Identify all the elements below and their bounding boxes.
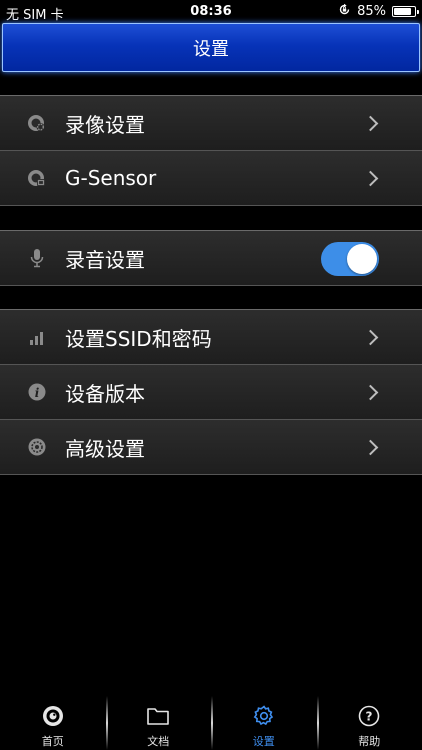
tab-home[interactable]: 首页 [0, 690, 106, 750]
tab-label: 首页 [41, 735, 64, 748]
row-label: 录像设置 [65, 112, 145, 137]
row-video-settings[interactable]: 录像设置 [0, 96, 422, 151]
row-label: G-Sensor [65, 166, 157, 190]
tab-settings[interactable]: 设置 [211, 690, 317, 750]
audio-recording-toggle[interactable] [321, 242, 379, 276]
row-ssid-password[interactable]: 设置SSID和密码 [0, 310, 422, 365]
svg-text:i: i [35, 386, 40, 400]
row-label: 高级设置 [65, 436, 145, 461]
row-device-version[interactable]: i 设备版本 [0, 365, 422, 420]
battery-icon [392, 6, 419, 17]
tab-label: 帮助 [358, 735, 381, 748]
tab-bar: 首页 文档 设置 ? 帮助 [0, 690, 422, 750]
g-sensor-icon [27, 168, 47, 188]
status-bar: 无 SIM 卡 08:36 85% [0, 0, 422, 23]
page-title: 设置 [193, 38, 229, 60]
tab-label: 设置 [252, 735, 275, 748]
info-icon: i [27, 382, 47, 402]
video-settings-icon [27, 113, 47, 133]
settings-group-device: 设置SSID和密码 i 设备版本 高级设置 [0, 309, 422, 475]
tab-help[interactable]: ? 帮助 [316, 690, 422, 750]
tab-documents[interactable]: 文档 [105, 690, 212, 750]
microphone-icon [27, 248, 47, 268]
settings-group-audio: 录音设置 [0, 230, 422, 286]
battery-percent: 85% [357, 4, 386, 19]
status-right: 85% [338, 3, 419, 20]
chevron-right-icon [362, 439, 379, 456]
folder-icon [146, 704, 170, 728]
battery-fill [394, 8, 411, 15]
home-camera-icon [41, 704, 65, 728]
row-label: 设置SSID和密码 [65, 326, 212, 351]
row-audio-settings: 录音设置 [0, 231, 422, 286]
orientation-lock-icon [338, 3, 351, 20]
chevron-right-icon [362, 329, 379, 346]
settings-gear-icon [252, 704, 276, 728]
chevron-right-icon [362, 170, 379, 187]
settings-group-recording: 录像设置 G-Sensor [0, 95, 422, 206]
tab-label: 文档 [147, 735, 170, 748]
advanced-gear-icon [27, 437, 47, 457]
row-advanced-settings[interactable]: 高级设置 [0, 420, 422, 475]
chevron-right-icon [362, 384, 379, 401]
row-label: 录音设置 [65, 247, 145, 272]
chevron-right-icon [362, 115, 379, 132]
svg-text:?: ? [366, 710, 373, 724]
toggle-knob [347, 244, 377, 274]
nav-header: 设置 [2, 23, 420, 72]
row-label: 设备版本 [65, 381, 145, 406]
row-g-sensor[interactable]: G-Sensor [0, 151, 422, 206]
signal-bars-icon [27, 327, 47, 347]
help-icon: ? [357, 704, 381, 728]
